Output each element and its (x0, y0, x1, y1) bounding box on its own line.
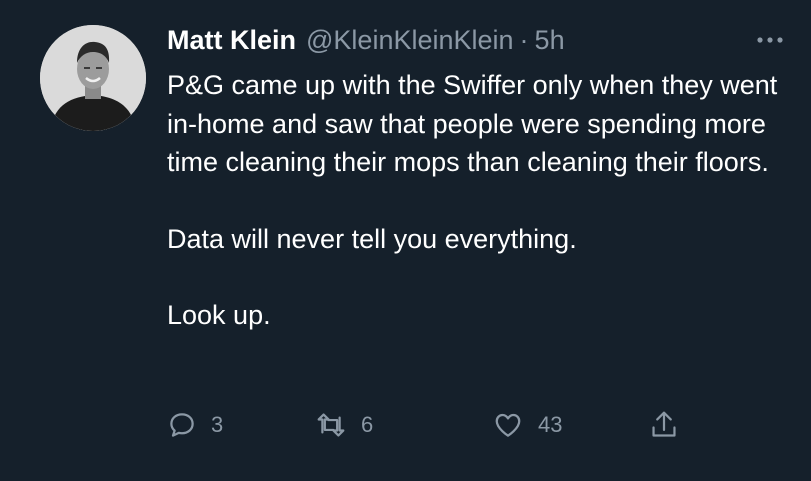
retweet-count: 6 (361, 412, 374, 437)
separator-dot: · (519, 25, 529, 55)
more-horizontal-icon (757, 37, 783, 43)
like-count: 43 (538, 412, 563, 437)
like-button[interactable]: 43 (492, 405, 562, 445)
retweet-icon (317, 413, 345, 437)
heart-icon (495, 413, 521, 437)
retweet-button[interactable]: 6 (315, 405, 373, 445)
tweet-paragraph: Data will never tell you everything. (167, 223, 577, 254)
tweet-actions: 3 6 43 (167, 405, 707, 445)
share-button[interactable] (649, 405, 679, 445)
avatar-image (40, 25, 146, 131)
tweet-header: Matt Klein @KleinKleinKlein · 5h (167, 22, 565, 58)
more-options-button[interactable] (750, 28, 790, 52)
tweet-paragraph: P&G came up with the Swiffer only when t… (167, 70, 778, 177)
reply-icon (170, 413, 194, 437)
author-handle[interactable]: @KleinKleinKlein (306, 22, 514, 58)
author-name[interactable]: Matt Klein (167, 22, 296, 58)
tweet-text: P&G came up with the Swiffer only when t… (167, 66, 787, 335)
avatar[interactable] (40, 25, 146, 131)
tweet-card[interactable]: Matt Klein @KleinKleinKlein · 5h P&G cam… (0, 0, 811, 481)
reply-button[interactable]: 3 (167, 405, 223, 445)
reply-count: 3 (211, 412, 224, 437)
tweet-timestamp[interactable]: 5h (535, 22, 565, 58)
tweet-paragraph: Look up. (167, 300, 271, 330)
share-icon (652, 411, 676, 437)
